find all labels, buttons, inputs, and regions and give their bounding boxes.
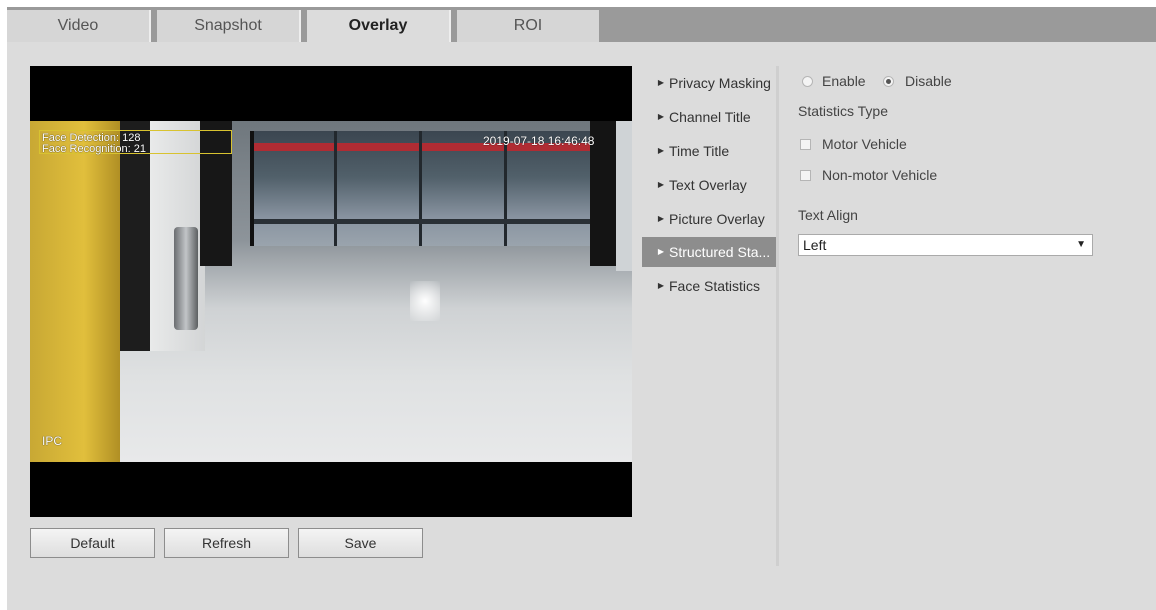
disable-radio[interactable] — [883, 76, 894, 87]
non-motor-vehicle-checkbox[interactable] — [800, 170, 811, 181]
disable-label: Disable — [905, 73, 952, 89]
menu-item-privacy-masking[interactable]: ▶ Privacy Masking — [642, 68, 776, 98]
door-frame — [504, 131, 507, 246]
door-frame — [419, 131, 422, 246]
tab-divider — [299, 10, 301, 42]
caret-right-icon: ▶ — [657, 281, 664, 290]
menu-item-label: Face Statistics — [669, 278, 761, 294]
tab-video[interactable]: Video — [7, 10, 151, 42]
menu-item-label: Time Title — [669, 143, 730, 159]
glass-doors — [250, 131, 603, 246]
menu-item-picture-overlay[interactable]: ▶ Picture Overlay — [642, 204, 776, 234]
text-align-value: Left — [803, 237, 827, 253]
osd-face-recognition: Face Recognition: 21 — [42, 143, 146, 155]
camera-image — [30, 121, 632, 462]
menu-item-label: Structured Sta... — [669, 244, 771, 260]
menu-item-face-statistics[interactable]: ▶ Face Statistics — [642, 271, 776, 301]
trash-bin — [174, 227, 198, 330]
caret-right-icon: ▶ — [657, 78, 664, 87]
caret-right-icon: ▶ — [657, 112, 664, 121]
motor-vehicle-label: Motor Vehicle — [822, 136, 907, 152]
floor-reflection — [410, 281, 440, 321]
tab-label: Overlay — [348, 17, 408, 34]
osd-channel-title: IPC — [42, 434, 63, 448]
save-button[interactable]: Save — [298, 528, 423, 558]
overlay-settings-page: Video Snapshot Overlay ROI Face Detectio — [7, 7, 1156, 610]
caret-right-icon: ▶ — [657, 247, 664, 256]
text-align-label: Text Align — [798, 207, 858, 223]
chevron-down-icon: ▼ — [1076, 239, 1086, 250]
tab-label: Video — [57, 17, 99, 34]
menu-divider — [776, 66, 779, 566]
caret-right-icon: ▶ — [657, 180, 664, 189]
osd-face-statistics: Face Detection: 128 Face Recognition: 21 — [42, 133, 146, 155]
menu-item-channel-title[interactable]: ▶ Channel Title — [642, 102, 776, 132]
tab-divider — [449, 10, 451, 42]
menu-item-label: Picture Overlay — [669, 211, 765, 227]
door-frame — [334, 131, 337, 246]
right-wall — [616, 121, 632, 271]
menu-item-time-title[interactable]: ▶ Time Title — [642, 136, 776, 166]
menu-item-label: Privacy Masking — [669, 75, 771, 91]
tab-label: ROI — [513, 17, 543, 34]
menu-item-label: Channel Title — [669, 109, 751, 125]
tab-overlay[interactable]: Overlay — [307, 10, 451, 42]
text-align-select[interactable]: Left ▼ — [798, 234, 1093, 256]
motor-vehicle-checkbox[interactable] — [800, 139, 811, 150]
statistics-type-label: Statistics Type — [798, 103, 889, 119]
osd-timestamp: 2019-07-18 16:46:48 — [483, 134, 595, 148]
menu-item-structured-statistics[interactable]: ▶ Structured Sta... — [642, 237, 776, 267]
refresh-button[interactable]: Refresh — [164, 528, 289, 558]
video-preview[interactable]: Face Detection: 128 Face Recognition: 21… — [30, 66, 632, 517]
menu-item-text-overlay[interactable]: ▶ Text Overlay — [642, 170, 776, 200]
tab-label: Snapshot — [194, 17, 262, 34]
yellow-pillar — [30, 121, 120, 462]
default-button[interactable]: Default — [30, 528, 155, 558]
non-motor-vehicle-label: Non-motor Vehicle — [822, 167, 938, 183]
overlay-menu: ▶ Privacy Masking ▶ Channel Title ▶ Time Ti… — [642, 66, 776, 566]
tab-divider — [149, 10, 151, 42]
menu-item-label: Text Overlay — [669, 177, 747, 193]
tab-roi[interactable]: ROI — [457, 10, 599, 42]
tab-bar: Video Snapshot Overlay ROI — [7, 7, 1156, 42]
tab-snapshot[interactable]: Snapshot — [157, 10, 301, 42]
enable-radio[interactable] — [802, 76, 813, 87]
door-rail — [254, 219, 599, 224]
caret-right-icon: ▶ — [657, 214, 664, 223]
caret-right-icon: ▶ — [657, 146, 664, 155]
enable-label: Enable — [822, 73, 866, 89]
